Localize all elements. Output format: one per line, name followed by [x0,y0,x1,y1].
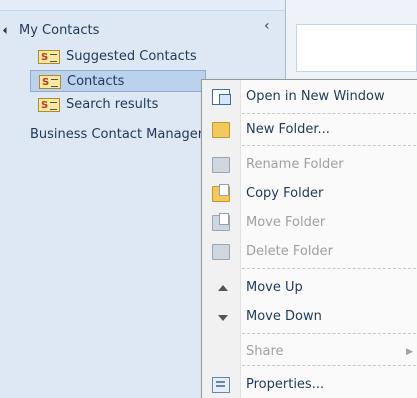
menu-item-move-folder: Move Folder [202,210,417,236]
folder-suggested-contacts[interactable]: Suggested Contacts [38,46,197,69]
menu-item-label: New Folder... [246,122,330,137]
rename-folder-icon [212,157,230,173]
menu-item-move-down[interactable]: Move Down [202,304,417,330]
menu-separator [242,365,416,366]
menu-item-copy-folder[interactable]: Copy Folder [202,181,417,207]
folder-label: Suggested Contacts [66,49,197,64]
copy-folder-icon [212,184,230,202]
group-label: My Contacts [19,23,100,38]
menu-separator [242,145,416,146]
arrow-down-icon [218,315,228,321]
menu-separator [242,333,416,334]
menu-item-label: Move Up [246,280,303,295]
collapse-pane-icon[interactable]: ‹ [264,18,270,34]
folder-label: Search results [66,97,159,112]
contact-card-icon [38,95,60,117]
new-folder-icon [212,122,230,138]
properties-icon [212,377,230,393]
group-business-contact-manager[interactable]: Business Contact Manager [30,124,202,146]
content-header [296,24,417,72]
folder-label: Contacts [67,74,125,89]
arrow-up-icon [218,285,228,291]
move-folder-icon [212,213,230,231]
menu-item-properties[interactable]: Properties... [202,372,417,398]
nav-header-strip [0,0,285,11]
context-menu: Open in New Window New Folder... Rename … [201,79,417,398]
menu-item-delete-folder: Delete Folder [202,239,417,265]
folder-contacts[interactable]: Contacts [30,70,206,94]
menu-item-label: Properties... [246,377,325,392]
menu-separator [242,113,416,114]
menu-item-new-folder[interactable]: New Folder... [202,117,417,143]
group-label: Business Contact Manager [30,127,202,142]
menu-item-label: Share [246,344,284,359]
expand-triangle-icon[interactable] [2,26,11,35]
menu-item-move-up[interactable]: Move Up [202,275,417,301]
menu-item-label: Copy Folder [246,186,324,201]
menu-item-label: Move Down [246,309,322,324]
menu-item-label: Move Folder [246,215,326,230]
contact-card-icon [39,72,61,94]
menu-item-label: Delete Folder [246,244,334,259]
menu-separator [242,268,416,269]
menu-item-rename-folder: Rename Folder [202,152,417,178]
group-my-contacts[interactable]: My Contacts [2,20,100,42]
new-window-icon [212,89,231,105]
contact-card-icon [38,47,60,69]
submenu-arrow-icon: ▶ [406,347,413,357]
menu-item-label: Open in New Window [246,89,385,104]
delete-folder-icon [212,244,230,260]
folder-search-results[interactable]: Search results [38,94,159,117]
menu-item-share: Share ▶ [202,339,417,365]
menu-item-open-new-window[interactable]: Open in New Window [202,84,417,110]
menu-item-label: Rename Folder [246,157,344,172]
